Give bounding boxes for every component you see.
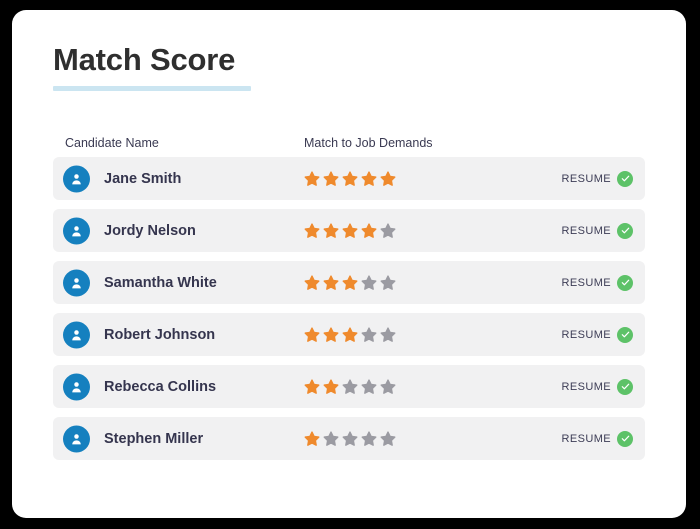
star-filled-icon [342, 222, 358, 239]
star-empty-icon [361, 430, 377, 447]
star-filled-icon [342, 170, 358, 187]
star-filled-icon [304, 378, 320, 395]
check-circle-icon [617, 170, 633, 187]
page-title: Match Score [53, 42, 236, 77]
person-icon [69, 275, 84, 290]
star-empty-icon [380, 378, 396, 395]
title-underline [53, 86, 251, 91]
candidate-name: Robert Johnson [104, 326, 216, 343]
resume-link[interactable]: RESUME [561, 274, 633, 291]
star-empty-icon [361, 378, 377, 395]
star-filled-icon [304, 274, 320, 291]
star-empty-icon [342, 378, 358, 395]
check-circle-icon [617, 378, 633, 395]
table-row[interactable]: Jordy Nelson RESUME [53, 209, 645, 252]
screen: Match Score Candidate Name Match to Job … [0, 0, 700, 529]
star-empty-icon [323, 430, 339, 447]
candidate-name: Jordy Nelson [104, 222, 196, 239]
star-empty-icon [380, 326, 396, 343]
star-empty-icon [361, 274, 377, 291]
resume-label: RESUME [561, 380, 611, 393]
table-row[interactable]: Stephen Miller RESUME [53, 417, 645, 460]
star-filled-icon [323, 222, 339, 239]
star-empty-icon [342, 430, 358, 447]
star-filled-icon [304, 326, 320, 343]
star-filled-icon [380, 170, 396, 187]
check-circle-icon [617, 222, 633, 239]
resume-link[interactable]: RESUME [561, 222, 633, 239]
star-filled-icon [361, 222, 377, 239]
star-filled-icon [323, 326, 339, 343]
avatar [63, 269, 90, 296]
person-icon [69, 223, 84, 238]
star-filled-icon [323, 378, 339, 395]
star-rating[interactable] [304, 170, 396, 187]
check-circle-icon [617, 430, 633, 447]
resume-label: RESUME [561, 172, 611, 185]
avatar [63, 425, 90, 452]
table-row[interactable]: Samantha White RESUME [53, 261, 645, 304]
person-icon [69, 327, 84, 342]
star-empty-icon [380, 274, 396, 291]
table-row[interactable]: Jane Smith RESUME [53, 157, 645, 200]
star-rating[interactable] [304, 222, 396, 239]
avatar [63, 217, 90, 244]
candidate-name: Rebecca Collins [104, 378, 217, 395]
candidate-list: Jane Smith RESUME Jordy Nelson RESUME Samant… [53, 157, 645, 460]
star-filled-icon [361, 170, 377, 187]
star-filled-icon [342, 326, 358, 343]
column-header-candidate-name: Candidate Name [65, 136, 159, 150]
resume-link[interactable]: RESUME [561, 378, 633, 395]
star-rating[interactable] [304, 274, 396, 291]
candidate-name: Samantha White [104, 274, 217, 291]
resume-label: RESUME [561, 328, 611, 341]
check-circle-icon [617, 326, 633, 343]
star-rating[interactable] [304, 430, 396, 447]
person-icon [69, 171, 84, 186]
star-rating[interactable] [304, 378, 396, 395]
check-circle-icon [617, 274, 633, 291]
avatar [63, 165, 90, 192]
star-empty-icon [361, 326, 377, 343]
star-filled-icon [304, 222, 320, 239]
resume-label: RESUME [561, 432, 611, 445]
table-row[interactable]: Robert Johnson RESUME [53, 313, 645, 356]
resume-link[interactable]: RESUME [561, 170, 633, 187]
star-empty-icon [380, 222, 396, 239]
star-empty-icon [380, 430, 396, 447]
resume-link[interactable]: RESUME [561, 430, 633, 447]
resume-label: RESUME [561, 224, 611, 237]
match-score-card: Match Score Candidate Name Match to Job … [12, 10, 686, 518]
star-rating[interactable] [304, 326, 396, 343]
resume-label: RESUME [561, 276, 611, 289]
star-filled-icon [304, 170, 320, 187]
avatar [63, 321, 90, 348]
candidate-name: Stephen Miller [104, 430, 204, 447]
person-icon [69, 379, 84, 394]
avatar [63, 373, 90, 400]
candidate-name: Jane Smith [104, 170, 182, 187]
star-filled-icon [342, 274, 358, 291]
star-filled-icon [323, 170, 339, 187]
star-filled-icon [323, 274, 339, 291]
table-row[interactable]: Rebecca Collins RESUME [53, 365, 645, 408]
resume-link[interactable]: RESUME [561, 326, 633, 343]
person-icon [69, 431, 84, 446]
star-filled-icon [304, 430, 320, 447]
column-header-match-to-job-demands: Match to Job Demands [304, 136, 433, 150]
